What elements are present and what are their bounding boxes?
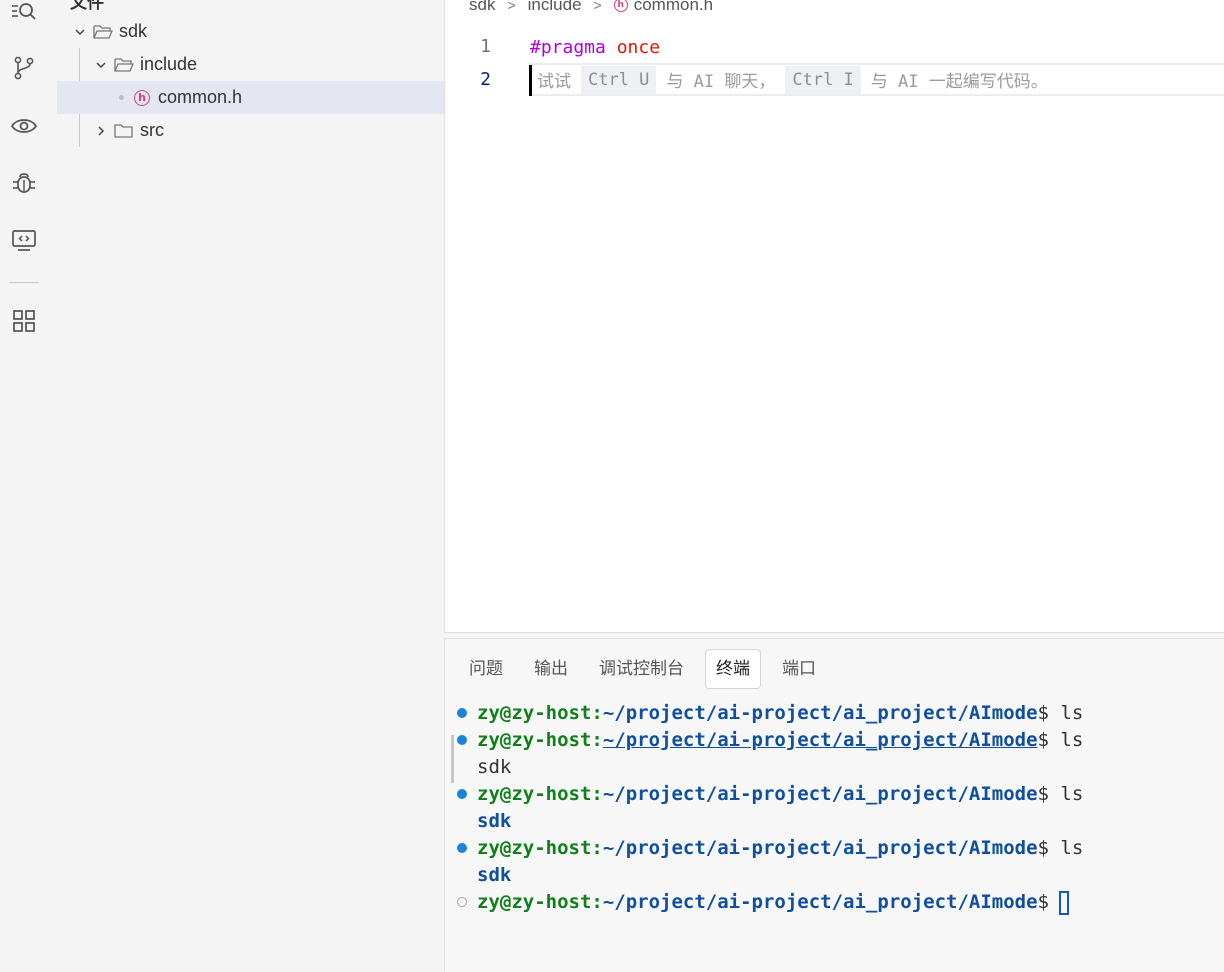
terminal-prompt-line[interactable]: zy@zy-host:~/project/ai-project/ai_proje… xyxy=(477,889,1069,916)
explorer-title: 文件 xyxy=(70,0,104,12)
terminal-line: zy@zy-host:~/project/ai-project/ai_proje… xyxy=(477,783,1084,805)
command-success-icon[interactable] xyxy=(457,789,467,799)
breadcrumb-item[interactable]: sdk xyxy=(469,0,495,15)
panel-tabs: 问题 输出 调试控制台 终端 端口 xyxy=(459,649,837,689)
hint-text: 与 AI 聊天， xyxy=(666,72,776,92)
chevron-down-icon: ▼ xyxy=(60,0,70,3)
chevron-right-icon: > xyxy=(507,0,516,13)
pragma-keyword: #pragma xyxy=(530,37,606,58)
folder-icon xyxy=(114,123,134,139)
extensions-icon[interactable] xyxy=(10,307,38,335)
remote-explorer-icon[interactable] xyxy=(10,226,38,254)
search-icon[interactable] xyxy=(10,0,38,26)
eye-icon[interactable] xyxy=(10,112,38,140)
terminal-cursor xyxy=(1058,890,1069,915)
code-line[interactable]: #pragma once xyxy=(530,31,660,64)
command-marker xyxy=(451,735,454,783)
editor[interactable]: sdk > include > h common.h 1 2 #pragma o… xyxy=(444,0,1224,633)
line-number: 1 xyxy=(480,36,491,57)
tree-item-label: src xyxy=(140,120,164,140)
tree-item-common-h[interactable]: h common.h xyxy=(57,81,497,114)
hint-text: 试试 xyxy=(537,72,571,92)
folder-open-icon xyxy=(93,24,113,40)
text-cursor xyxy=(529,65,532,96)
explorer-header[interactable]: ▼ 文件 xyxy=(60,0,104,12)
tree-item-label: common.h xyxy=(158,87,243,107)
command-success-icon[interactable] xyxy=(457,708,467,718)
tree-item-include[interactable]: include xyxy=(57,48,472,81)
explorer-sidebar: ▼ 文件 sdk include h common.h src xyxy=(48,0,497,971)
terminal-line: zy@zy-host:~/project/ai-project/ai_proje… xyxy=(477,837,1084,859)
command-success-icon[interactable] xyxy=(457,735,467,745)
chevron-right-icon xyxy=(94,124,108,138)
terminal-line: zy@zy-host:~/project/ai-project/ai_proje… xyxy=(477,702,1084,724)
tree-item-sdk[interactable]: sdk xyxy=(57,15,451,48)
chevron-down-icon xyxy=(73,25,87,39)
hint-text: 与 AI 一起编写代码。 xyxy=(870,72,1048,92)
tab-debug-console[interactable]: 调试控制台 xyxy=(589,649,694,689)
folder-open-icon xyxy=(114,57,134,73)
tab-terminal[interactable]: 终端 xyxy=(705,649,761,689)
terminal-output: sdk xyxy=(477,810,512,832)
tab-problems[interactable]: 问题 xyxy=(459,649,513,689)
ai-hint: 试试 Ctrl U 与 AI 聊天， Ctrl I 与 AI 一起编写代码。 xyxy=(537,64,1048,95)
breadcrumb: sdk > include > h common.h xyxy=(469,0,713,16)
tab-output[interactable]: 输出 xyxy=(524,649,578,689)
bottom-panel: 问题 输出 调试控制台 终端 端口 zy@zy-host:~/project/a… xyxy=(444,638,1224,972)
shortcut-key: Ctrl I xyxy=(785,65,861,94)
tab-ports[interactable]: 端口 xyxy=(772,649,826,689)
tree-item-label: sdk xyxy=(119,21,148,41)
shortcut-key: Ctrl U xyxy=(581,65,657,94)
command-success-icon[interactable] xyxy=(457,843,467,853)
chevron-down-icon xyxy=(94,58,108,72)
terminal-output: sdk xyxy=(477,864,512,886)
activity-separator xyxy=(9,282,39,283)
breadcrumb-item[interactable]: include xyxy=(528,0,582,15)
pragma-value: once xyxy=(616,37,661,58)
terminal-line: zy@zy-host:~/project/ai-project/ai_proje… xyxy=(477,729,1084,751)
activity-bar xyxy=(0,0,48,971)
terminal-output: sdk xyxy=(477,756,512,778)
modified-dot-icon xyxy=(119,95,124,100)
command-pending-icon xyxy=(457,897,467,907)
source-control-icon[interactable] xyxy=(10,54,38,82)
tree-item-src[interactable]: src xyxy=(57,114,472,147)
breadcrumb-item[interactable]: common.h xyxy=(634,0,713,15)
header-file-icon: h xyxy=(134,89,150,106)
tree-item-label: include xyxy=(140,54,198,74)
header-file-icon: h xyxy=(613,0,628,12)
debug-icon[interactable] xyxy=(10,169,38,197)
chevron-right-icon: > xyxy=(593,0,602,13)
line-number: 2 xyxy=(480,69,491,90)
